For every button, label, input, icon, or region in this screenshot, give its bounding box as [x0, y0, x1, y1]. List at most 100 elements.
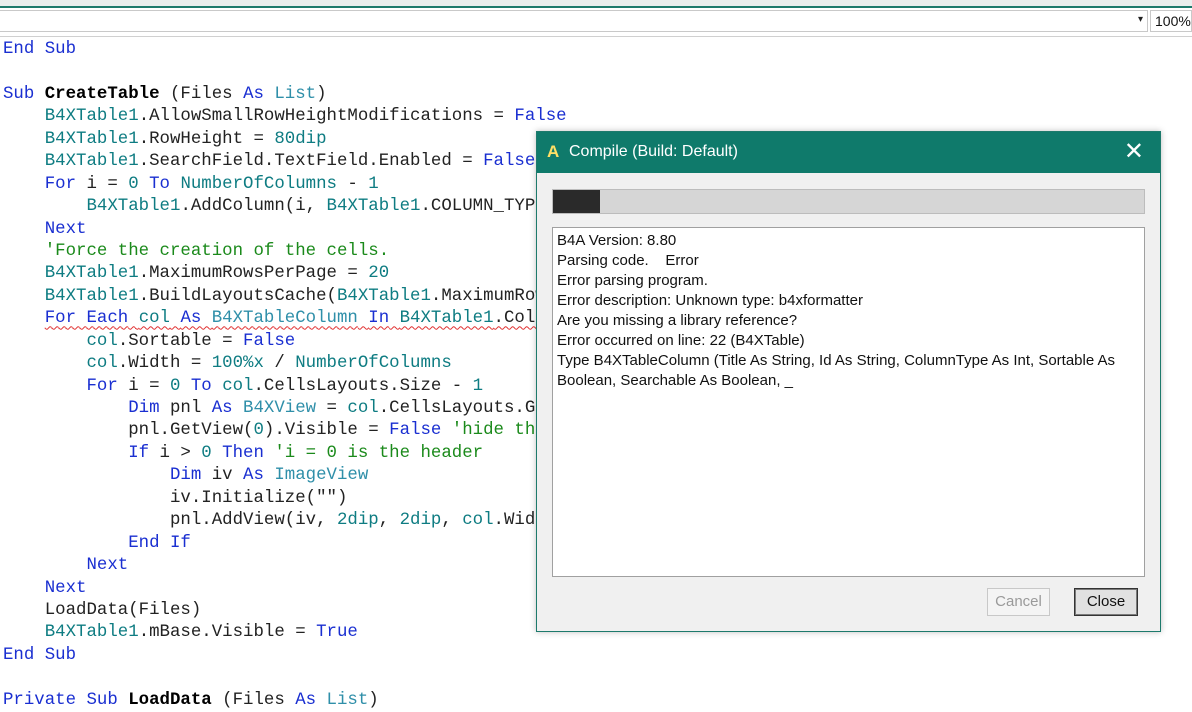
code-token: B4XTable1 — [44, 264, 139, 284]
code-token: B4XTable1 — [44, 129, 139, 149]
code-token: 1 — [472, 376, 484, 396]
code-token: iv.Initialize("") — [3, 488, 348, 508]
code-token: NumberOfColumns — [295, 354, 452, 374]
cancel-button[interactable]: Cancel — [987, 588, 1050, 616]
code-token: If — [128, 443, 150, 463]
code-token: i = — [117, 376, 170, 396]
code-token: False — [483, 152, 536, 172]
code-token: 1 — [368, 174, 379, 194]
chevron-down-icon[interactable]: ▾ — [1138, 14, 1143, 25]
code-token: List — [274, 84, 317, 104]
code-token: B4XTable1 — [44, 286, 139, 306]
code-token: 0 — [253, 421, 264, 441]
code-line[interactable]: B4XTable1.AllowSmallRowHeightModificatio… — [3, 106, 640, 128]
code-token: For — [86, 376, 118, 396]
code-token: False — [389, 421, 442, 441]
zoom-dropdown[interactable]: 100% — [1150, 10, 1192, 32]
code-token: B4XTable1 — [44, 107, 139, 127]
code-token: .CellsLayouts.Size - — [253, 376, 473, 396]
code-token: / — [263, 354, 296, 374]
code-token: i = — [76, 174, 129, 194]
code-token: 'Force the creation of the cells. — [44, 241, 390, 261]
dialog-title: Compile (Build: Default) — [569, 143, 738, 160]
code-token: Dim — [169, 466, 202, 486]
module-member-dropdown[interactable]: ▾ — [0, 10, 1148, 32]
code-token: B4XTable1 — [326, 197, 421, 217]
code-token: CreateTable — [44, 84, 160, 104]
toolbar-separator — [0, 36, 1192, 37]
code-token: End If — [128, 533, 191, 553]
code-token: Next — [44, 578, 87, 598]
code-token: .RowHeight = — [138, 129, 275, 149]
code-line[interactable] — [3, 61, 640, 83]
code-token: B4XView — [243, 399, 317, 418]
code-token: col — [86, 354, 118, 374]
code-token: Next — [86, 556, 129, 576]
code-token: Dim — [128, 399, 160, 418]
close-icon[interactable]: ✕ — [1124, 138, 1144, 166]
code-token: .SearchField.TextField.Enabled = — [138, 152, 484, 172]
code-token: ).Visible = — [263, 421, 390, 441]
code-token: For Each — [44, 309, 129, 329]
code-token: 2dip — [399, 511, 442, 531]
code-token: .MaximumRowsPerPage = — [138, 264, 369, 284]
code-token: .AddColumn(i, — [180, 197, 327, 217]
code-token: ) — [316, 84, 327, 104]
code-line[interactable]: Sub CreateTable (Files As List) — [3, 84, 640, 106]
code-token: col — [222, 376, 254, 396]
dialog-titlebar[interactable]: A Compile (Build: Default) ✕ — [537, 132, 1160, 173]
code-token: 0 — [128, 174, 139, 194]
code-token: To — [190, 376, 212, 396]
code-token: 20 — [368, 264, 390, 284]
code-token: , — [378, 511, 400, 531]
code-token: False — [243, 331, 296, 351]
code-token: .mBase.Visible = — [138, 623, 317, 643]
code-line[interactable]: End Sub — [3, 39, 640, 61]
compile-log[interactable]: B4A Version: 8.80 Parsing code. Error Er… — [552, 227, 1145, 577]
code-line[interactable] — [3, 667, 640, 689]
b4a-logo-icon: A — [547, 142, 560, 161]
code-token: As — [211, 399, 233, 418]
code-token: 'i = 0 is the header — [274, 443, 484, 463]
code-token: B4XTable1 — [44, 152, 139, 172]
code-token: B4XTable1 — [44, 623, 139, 643]
code-token: .AllowSmallRowHeightModifications = — [138, 107, 515, 127]
code-token: As — [243, 466, 264, 486]
code-token: .Sortable = — [117, 331, 244, 351]
code-token: False — [514, 107, 567, 127]
code-line[interactable]: Private Sub LoadData (Files As List) — [3, 690, 640, 712]
code-token: (Files — [159, 84, 244, 104]
code-token: = — [316, 399, 348, 418]
code-token: col — [138, 309, 170, 329]
code-token: B4XTable1 — [399, 309, 494, 329]
code-token: col — [347, 399, 379, 418]
close-button[interactable]: Close — [1074, 588, 1138, 616]
code-token: 80dip — [274, 129, 327, 149]
code-token: col — [86, 331, 118, 351]
code-token: As — [180, 309, 202, 329]
code-line[interactable]: End Sub — [3, 645, 640, 667]
code-token: ImageView — [274, 466, 369, 486]
code-token: iv — [201, 466, 244, 486]
